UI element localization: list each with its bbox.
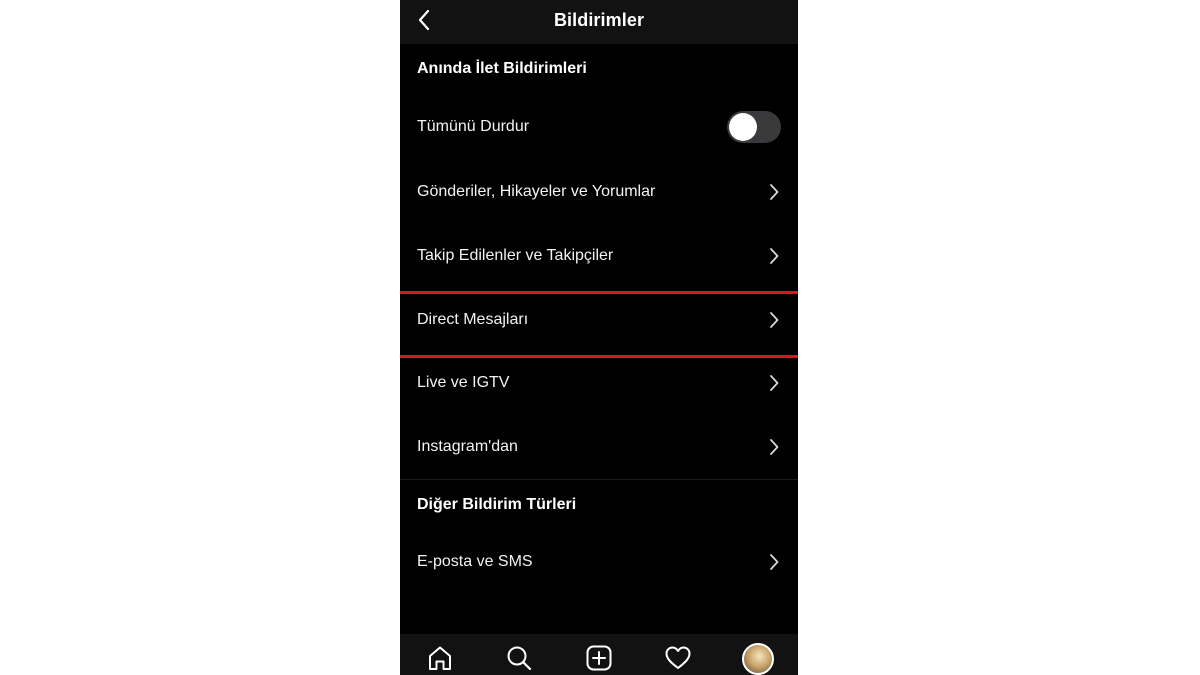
toggle-knob <box>729 113 757 141</box>
pause-all-row: Tümünü Durdur <box>400 97 798 157</box>
section-heading-push: Anında İlet Bildirimleri <box>417 60 587 77</box>
chevron-right-icon <box>770 248 779 264</box>
phone-screen: Bildirimler Anında İlet Bildirimleri Tüm… <box>400 0 798 675</box>
row-live-igtv[interactable]: Live ve IGTV <box>400 353 798 413</box>
row-email-sms[interactable]: E-posta ve SMS <box>400 532 798 592</box>
home-icon <box>429 646 451 670</box>
tab-home[interactable] <box>425 644 455 674</box>
chevron-right-icon <box>770 312 779 328</box>
row-label: Takip Edilenler ve Takipçiler <box>417 247 614 264</box>
tab-add-post[interactable] <box>584 644 614 674</box>
row-posts-stories-comments[interactable]: Gönderiler, Hikayeler ve Yorumlar <box>400 162 798 222</box>
row-from-instagram[interactable]: Instagram'dan <box>400 417 798 477</box>
row-following-followers[interactable]: Takip Edilenler ve Takipçiler <box>400 226 798 286</box>
row-label: Instagram'dan <box>417 438 518 455</box>
pause-all-label: Tümünü Durdur <box>417 118 530 135</box>
heart-icon <box>665 646 691 669</box>
tab-search[interactable] <box>504 644 534 674</box>
row-label: Live ve IGTV <box>417 374 510 391</box>
pause-all-toggle[interactable] <box>727 111 781 143</box>
profile-avatar[interactable] <box>742 643 774 675</box>
section-heading-other: Diğer Bildirim Türleri <box>417 496 577 513</box>
row-label: Gönderiler, Hikayeler ve Yorumlar <box>417 183 656 200</box>
chevron-right-icon <box>770 439 779 455</box>
section-divider <box>400 479 798 480</box>
chevron-right-icon <box>770 554 779 570</box>
search-icon <box>507 646 532 671</box>
chevron-right-icon <box>770 184 779 200</box>
page-title: Bildirimler <box>553 10 645 30</box>
top-bar: Bildirimler <box>400 0 798 44</box>
add-post-icon <box>586 645 612 671</box>
tab-activity[interactable] <box>663 644 693 674</box>
row-label: Direct Mesajları <box>417 311 529 328</box>
row-label: E-posta ve SMS <box>417 553 533 570</box>
chevron-right-icon <box>770 375 779 391</box>
row-direct-messages[interactable]: Direct Mesajları <box>400 290 798 350</box>
bottom-tab-bar <box>400 634 798 675</box>
